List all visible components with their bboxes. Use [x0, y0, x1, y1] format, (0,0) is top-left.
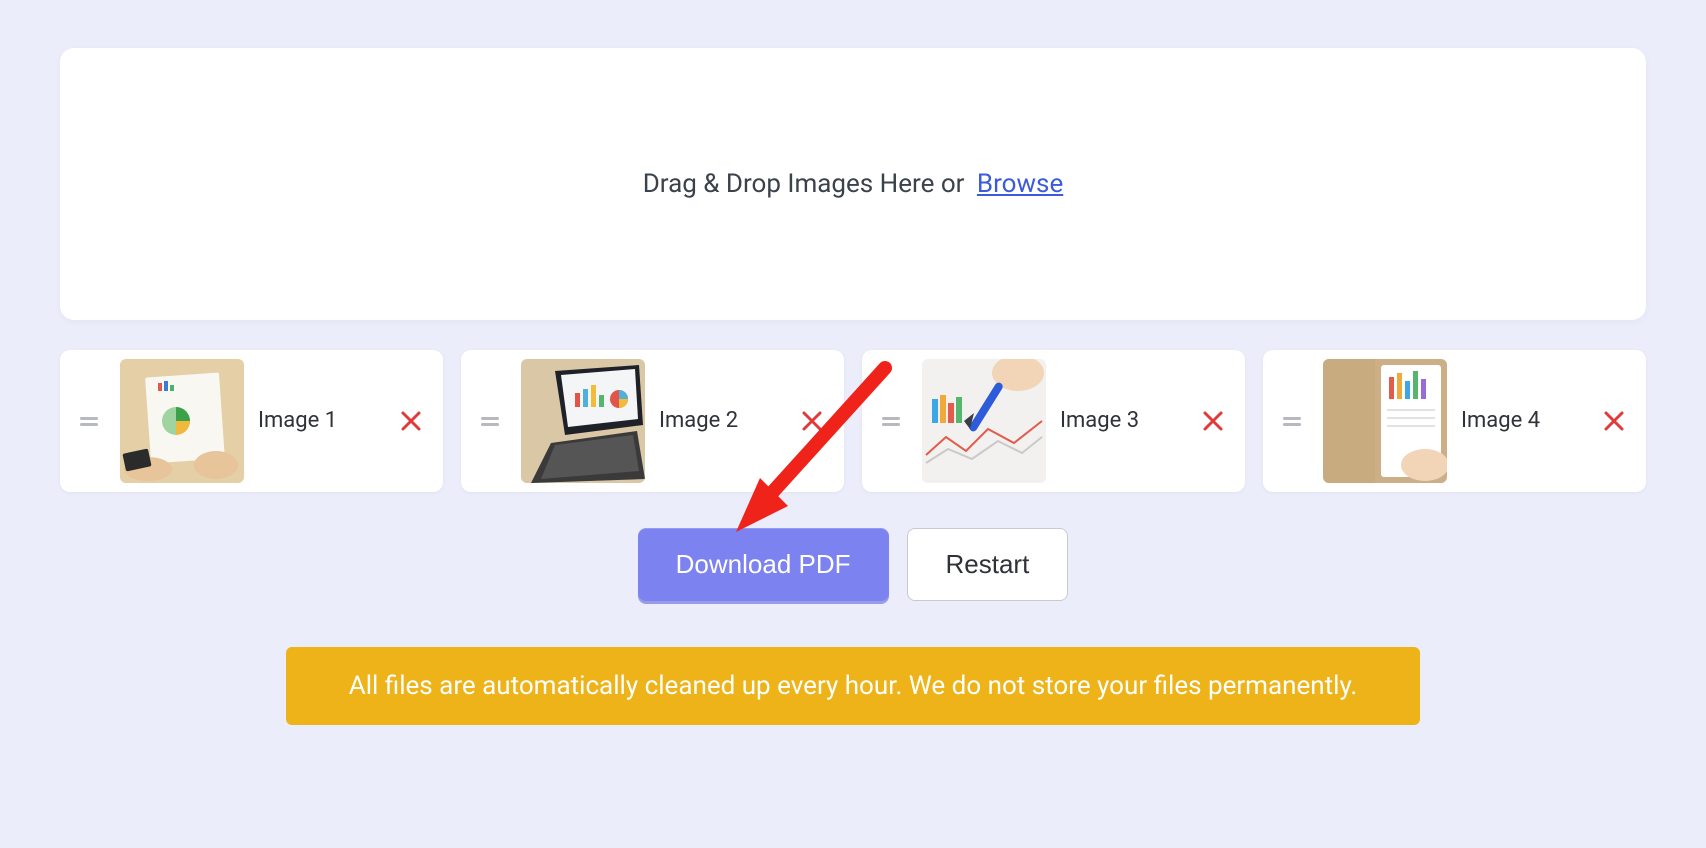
image-label: Image 1 — [258, 407, 397, 436]
drag-handle-icon[interactable] — [882, 413, 900, 429]
remove-image-button[interactable] — [1199, 407, 1227, 435]
image-thumbnail — [521, 359, 645, 483]
uploaded-images-row: Image 1 Image 2 — [60, 350, 1646, 492]
download-pdf-button[interactable]: Download PDF — [638, 528, 889, 601]
browse-link[interactable]: Browse — [977, 169, 1063, 199]
image-card: Image 2 — [461, 350, 844, 492]
drag-handle-icon[interactable] — [1283, 413, 1301, 429]
image-card: Image 4 — [1263, 350, 1646, 492]
image-label: Image 2 — [659, 407, 798, 436]
image-label: Image 4 — [1461, 407, 1600, 436]
remove-image-button[interactable] — [798, 407, 826, 435]
action-button-row: Download PDF Restart — [60, 528, 1646, 601]
drag-handle-icon[interactable] — [481, 413, 499, 429]
image-thumbnail — [922, 359, 1046, 483]
drop-instruction: Drag & Drop Images Here or Browse — [643, 169, 1064, 199]
restart-button[interactable]: Restart — [907, 528, 1069, 601]
image-thumbnail — [1323, 359, 1447, 483]
remove-image-button[interactable] — [1600, 407, 1628, 435]
image-thumbnail — [120, 359, 244, 483]
drag-handle-icon[interactable] — [80, 413, 98, 429]
image-card: Image 1 — [60, 350, 443, 492]
drop-text-static: Drag & Drop Images Here or — [643, 169, 965, 199]
image-card: Image 3 — [862, 350, 1245, 492]
cleanup-notice: All files are automatically cleaned up e… — [286, 647, 1420, 725]
image-label: Image 3 — [1060, 407, 1199, 436]
drop-zone[interactable]: Drag & Drop Images Here or Browse — [60, 48, 1646, 320]
remove-image-button[interactable] — [397, 407, 425, 435]
